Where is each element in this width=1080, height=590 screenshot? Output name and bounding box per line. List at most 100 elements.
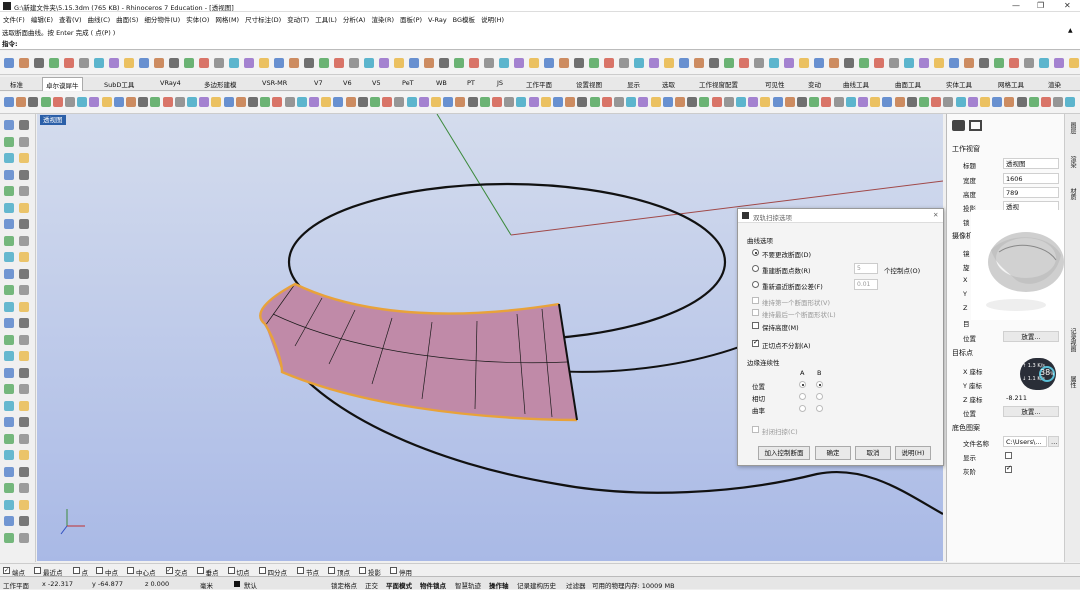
toolbar-tool-icon[interactable] (577, 97, 588, 107)
toolbar-tool-icon[interactable] (992, 97, 1003, 107)
toolbar-tool-icon[interactable] (162, 97, 173, 107)
camera-icon[interactable] (952, 120, 965, 131)
toolbar-tool-icon[interactable] (994, 58, 1004, 68)
toolbar-tool-icon[interactable] (1053, 97, 1064, 107)
left-tool-icon[interactable] (19, 334, 29, 345)
toolbar-tool-icon[interactable] (736, 97, 746, 107)
dialog-titlebar[interactable]: 双轨扫掠选项 ✕ (738, 209, 943, 223)
toolbar-tool-icon[interactable] (559, 58, 569, 68)
toolbar-tool-icon[interactable] (1069, 58, 1079, 68)
toolbar-tool-icon[interactable] (284, 97, 295, 107)
toolbar-tool-icon[interactable] (649, 58, 659, 68)
left-tool-icon[interactable] (4, 351, 14, 361)
toolbar-tool-icon[interactable] (540, 97, 551, 107)
tab-curve-tools[interactable]: 曲线工具 (843, 79, 869, 89)
toolbar-tool-icon[interactable] (769, 58, 779, 68)
toolbar-tool-icon[interactable] (694, 58, 704, 68)
toolbar-tool-icon[interactable] (109, 58, 119, 68)
left-tool-icon[interactable] (4, 318, 14, 328)
toolbar-tool-icon[interactable] (528, 97, 539, 107)
toolbar-tool-icon[interactable] (1054, 58, 1064, 68)
left-tool-icon[interactable] (4, 400, 14, 411)
toolbar-tool-icon[interactable] (772, 97, 783, 107)
toolbar-tool-icon[interactable] (28, 97, 39, 107)
toolbar-tool-icon[interactable] (309, 97, 319, 107)
height-field[interactable]: 789 (1003, 187, 1059, 198)
left-tool-icon[interactable] (19, 285, 29, 295)
toolbar-tool-icon[interactable] (979, 58, 989, 68)
cancel-button[interactable]: 取消 (855, 446, 891, 460)
help-button[interactable]: 说明(H) (895, 446, 931, 460)
left-tool-icon[interactable] (4, 301, 14, 312)
toolbar-tool-icon[interactable] (980, 97, 990, 107)
radio-curv-b[interactable] (816, 405, 823, 412)
toolbar-tool-icon[interactable] (65, 97, 75, 107)
toolbar-tool-icon[interactable] (814, 58, 824, 68)
toolbar-tool-icon[interactable] (357, 97, 368, 107)
toolbar-tool-icon[interactable] (809, 97, 820, 107)
left-tool-icon[interactable] (19, 318, 29, 328)
layer-color-swatch[interactable] (234, 581, 240, 587)
menu-render[interactable]: 渲染(R) (368, 12, 397, 24)
toolbar-tool-icon[interactable] (439, 58, 449, 68)
toolbar-tool-icon[interactable] (638, 97, 649, 107)
close-icon[interactable]: ✕ (1064, 1, 1071, 10)
left-tool-icon[interactable] (19, 499, 29, 510)
left-tool-icon[interactable] (19, 450, 29, 460)
toolbar-tool-icon[interactable] (34, 58, 44, 68)
toolbar-tool-icon[interactable] (296, 97, 307, 107)
menu-mesh[interactable]: 网格(M) (212, 12, 242, 24)
menu-transform[interactable]: 变动(T) (284, 12, 312, 24)
left-tool-icon[interactable] (19, 384, 29, 394)
toolbar-tool-icon[interactable] (1009, 58, 1019, 68)
toolbar-tool-icon[interactable] (1016, 97, 1027, 107)
toolbar-tool-icon[interactable] (223, 97, 234, 107)
left-tool-icon[interactable] (4, 466, 14, 477)
radio-tan-a[interactable] (799, 393, 806, 400)
toolbar-tool-icon[interactable] (19, 58, 29, 68)
toolbar-tool-icon[interactable] (784, 58, 794, 68)
toolbar-tool-icon[interactable] (739, 58, 749, 68)
left-tool-icon[interactable] (4, 186, 14, 196)
left-tool-icon[interactable] (4, 433, 14, 444)
toolbar-tool-icon[interactable] (589, 97, 600, 107)
toolbar-tool-icon[interactable] (1039, 58, 1049, 68)
left-tool-icon[interactable] (4, 268, 14, 279)
menu-tools[interactable]: 工具(L) (312, 12, 340, 24)
tab-setview[interactable]: 设置视图 (576, 79, 602, 89)
toolbar-tool-icon[interactable] (870, 97, 881, 107)
toolbar-tool-icon[interactable] (626, 97, 637, 107)
left-tool-icon[interactable] (19, 532, 29, 543)
target-place-button[interactable]: 放置... (1003, 406, 1059, 417)
toolbar-tool-icon[interactable] (394, 97, 405, 107)
left-tool-icon[interactable] (4, 120, 14, 130)
tab-solid-tools[interactable]: 实体工具 (946, 79, 972, 89)
toolbar-tool-icon[interactable] (260, 97, 271, 107)
left-tool-icon[interactable] (19, 483, 29, 493)
tab-vray4[interactable]: VRay4 (160, 79, 181, 87)
cam-place-button[interactable]: 放置... (1003, 331, 1059, 342)
left-tool-icon[interactable] (4, 417, 14, 427)
osnap-checkbox[interactable] (96, 567, 103, 574)
left-tool-icon[interactable] (4, 252, 14, 262)
menu-dimension[interactable]: 尺寸标注(D) (242, 12, 284, 24)
left-tool-icon[interactable] (4, 334, 14, 345)
toolbar-tool-icon[interactable] (154, 58, 164, 68)
toolbar-tool-icon[interactable] (711, 97, 722, 107)
left-tool-icon[interactable] (4, 532, 14, 543)
ok-button[interactable]: 确定 (815, 446, 851, 460)
toolbar-tool-icon[interactable] (724, 58, 734, 68)
osnap-checkbox[interactable] (127, 567, 134, 574)
toolbar-tool-icon[interactable] (40, 97, 51, 107)
tab-cplane[interactable]: 工作平面 (526, 79, 552, 89)
toolbar-tool-icon[interactable] (1004, 97, 1015, 107)
toolbar-tool-icon[interactable] (319, 58, 329, 68)
toolbar-tool-icon[interactable] (248, 97, 258, 107)
osnap-checkbox[interactable] (297, 567, 304, 574)
toolbar-tool-icon[interactable] (964, 58, 974, 68)
left-tool-icon[interactable] (4, 367, 14, 378)
toolbar-tool-icon[interactable] (150, 97, 161, 107)
toolbar-tool-icon[interactable] (431, 97, 441, 107)
toolbar-tool-icon[interactable] (64, 58, 74, 68)
toolbar-tool-icon[interactable] (614, 97, 624, 107)
